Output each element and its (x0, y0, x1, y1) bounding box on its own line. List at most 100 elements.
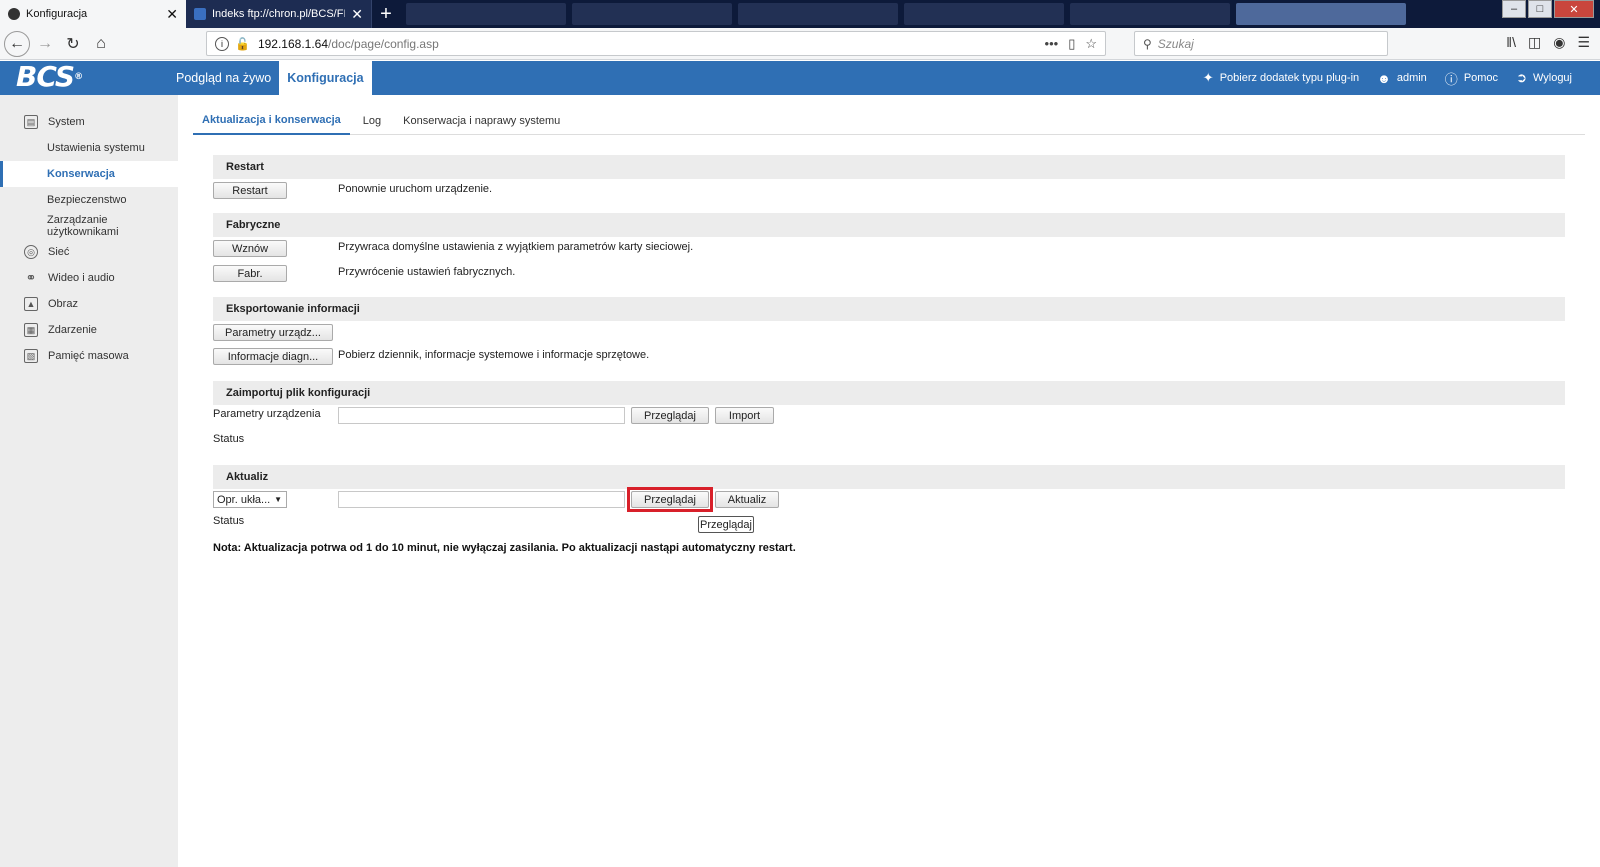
url-bar[interactable]: i 🔓 192.168.1.64 /doc/page/config.asp ••… (206, 31, 1106, 56)
tab-log[interactable]: Log (354, 107, 390, 135)
restart-description: Ponownie uruchom urządzenie. (338, 183, 493, 195)
browser-tool-icons: ‖\ ◫ ◉ ☰ (1506, 34, 1590, 51)
close-window-button[interactable]: ✕ (1554, 0, 1594, 18)
puzzle-icon: ✦ (1202, 70, 1214, 85)
logout-icon: ➲ (1516, 70, 1527, 85)
logout-link[interactable]: ➲ Wyloguj (1516, 70, 1572, 86)
sidebar-group-event[interactable]: ▦ Zdarzenie (0, 317, 178, 343)
restore-button[interactable]: Wznów (213, 240, 287, 257)
restore-description: Przywraca domyślne ustawienia z wyjątkie… (338, 241, 694, 253)
import-status-label: Status (213, 433, 245, 445)
info-circle-icon: ⓘ (1444, 71, 1458, 87)
section-restart-title: Restart (213, 155, 1565, 179)
search-placeholder: Szukaj (1157, 36, 1194, 51)
highlight-box (627, 487, 713, 512)
page-actions-icon[interactable]: ••• (1045, 36, 1059, 52)
browser-tab-blurred[interactable] (572, 3, 732, 25)
maximize-button[interactable]: □ (1528, 0, 1552, 18)
close-tab-icon[interactable]: ✕ (351, 6, 363, 23)
import-file-path-input[interactable] (338, 407, 625, 424)
sidebar-group-system[interactable]: ▤ System (0, 109, 178, 135)
bookmark-star-icon[interactable]: ☆ (1085, 36, 1097, 52)
new-tab-button[interactable]: + (372, 0, 400, 28)
system-icon: ▤ (24, 115, 38, 129)
upgrade-type-select[interactable]: Opr. ukła... ▼ (213, 491, 287, 508)
calendar-icon: ▦ (24, 323, 38, 337)
plugin-download-link[interactable]: ✦ Pobierz dodatek typu plug-in (1203, 70, 1359, 86)
image-icon: ▲ (24, 297, 38, 311)
main-content: Aktualizacja i konserwacja Log Konserwac… (178, 95, 1600, 867)
microphone-icon: ⚭ (25, 270, 37, 285)
url-path: /doc/page/config.asp (328, 36, 439, 51)
home-icon[interactable]: ⌂ (88, 31, 114, 57)
user-icon: ☻ (1377, 70, 1391, 86)
upgrade-button[interactable]: Aktualiz (715, 491, 779, 508)
library-icon[interactable]: ‖\ (1506, 34, 1516, 51)
top-navigation: Podgląd na żywo Konfiguracja (168, 61, 372, 95)
sidebar-group-network[interactable]: ◎ Sieć (0, 239, 178, 265)
factory-default-button[interactable]: Fabr. (213, 265, 287, 282)
storage-icon: ▧ (24, 349, 38, 363)
browser-tab-blurred[interactable] (406, 3, 566, 25)
extension-icon[interactable]: ◉ (1553, 34, 1565, 51)
import-browse-button[interactable]: Przeglądaj (631, 407, 709, 424)
browser-tab-bar: Konfiguracja ✕ Indeks ftp://chron.pl/BCS… (0, 0, 1600, 28)
info-icon[interactable]: i (215, 36, 229, 51)
sidebar-group-storage[interactable]: ▧ Pamięć masowa (0, 343, 178, 369)
browser-tab-konfiguracja[interactable]: Konfiguracja ✕ (0, 0, 186, 28)
sidebar-item-system-settings[interactable]: Ustawienia systemu (0, 135, 178, 161)
close-tab-icon[interactable]: ✕ (166, 6, 178, 23)
browser-tab-blurred[interactable] (904, 3, 1064, 25)
minimize-button[interactable]: – (1502, 0, 1526, 18)
globe-icon: ◎ (24, 245, 38, 259)
sidebar-item-security[interactable]: Bezpieczenstwo (0, 187, 178, 213)
nav-live-view[interactable]: Podgląd na żywo (168, 61, 279, 95)
upgrade-file-path-input[interactable] (338, 491, 625, 508)
tab-system-service[interactable]: Konserwacja i naprawy systemu (394, 107, 569, 135)
tab-title: Indeks ftp://chron.pl/BCS/FIRM (212, 8, 345, 20)
section-upgrade-title: Aktualiz (213, 465, 1565, 489)
header-actions: ✦ Pobierz dodatek typu plug-in ☻ admin ⓘ… (1203, 61, 1572, 95)
app-header: BCS® Podgląd na żywo Konfiguracja ✦ Pobi… (0, 61, 1600, 95)
search-icon: ⚲ (1143, 36, 1152, 51)
browser-tab-ftp[interactable]: Indeks ftp://chron.pl/BCS/FIRM ✕ (186, 0, 372, 28)
browse-tooltip: Przeglądaj (698, 516, 754, 533)
sidebar-group-video-audio[interactable]: ⚭ Wideo i audio (0, 265, 178, 291)
import-label: Parametry urządzenia (213, 408, 321, 420)
pocket-icon[interactable]: ▯ (1068, 36, 1075, 52)
factory-default-description: Przywrócenie ustawień fabrycznych. (338, 266, 516, 278)
favicon-icon (194, 8, 206, 20)
browser-tab-blurred[interactable] (738, 3, 898, 25)
sidebar-group-image[interactable]: ▲ Obraz (0, 291, 178, 317)
section-export-title: Eksportowanie informacji (213, 297, 1565, 321)
search-input[interactable]: ⚲ Szukaj (1134, 31, 1388, 56)
sidebar-toggle-icon[interactable]: ◫ (1528, 34, 1541, 51)
reload-icon[interactable]: ↻ (60, 31, 86, 57)
nav-configuration[interactable]: Konfiguracja (279, 61, 372, 95)
import-button[interactable]: Import (715, 407, 774, 424)
diagnostic-description: Pobierz dziennik, informacje systemowe i… (338, 349, 650, 361)
upgrade-status-label: Status (213, 515, 245, 527)
content-tabs: Aktualizacja i konserwacja Log Konserwac… (193, 107, 1585, 135)
browser-toolbar: ← → ↻ ⌂ i 🔓 192.168.1.64 /doc/page/confi… (0, 28, 1600, 60)
browser-tab-blurred[interactable] (1236, 3, 1406, 25)
diagnostic-info-button[interactable]: Informacje diagn... (213, 348, 333, 365)
tab-title: Konfiguracja (26, 8, 88, 20)
menu-icon[interactable]: ☰ (1577, 34, 1590, 51)
section-import-title: Zaimportuj plik konfiguracji (213, 381, 1565, 405)
help-link[interactable]: ⓘ Pomoc (1445, 69, 1498, 88)
sidebar: ▤ System Ustawienia systemu Konserwacja … (0, 95, 178, 867)
sidebar-item-user-management[interactable]: Zarządzanie użytkownikami (0, 213, 178, 239)
sidebar-item-maintenance[interactable]: Konserwacja (0, 161, 178, 187)
back-arrow-icon[interactable]: ← (4, 30, 30, 57)
user-menu[interactable]: ☻ admin (1377, 71, 1427, 86)
restart-button[interactable]: Restart (213, 182, 287, 199)
browser-tab-blurred[interactable] (1070, 3, 1230, 25)
chevron-down-icon: ▼ (274, 495, 282, 504)
favicon-icon (8, 8, 20, 20)
upgrade-note: Nota: Aktualizacja potrwa od 1 do 10 min… (213, 542, 796, 554)
export-params-button[interactable]: Parametry urządz... (213, 324, 333, 341)
insecure-lock-icon: 🔓 (235, 36, 250, 51)
tab-upgrade-maintenance[interactable]: Aktualizacja i konserwacja (193, 107, 350, 135)
forward-arrow-icon[interactable]: → (32, 31, 58, 57)
